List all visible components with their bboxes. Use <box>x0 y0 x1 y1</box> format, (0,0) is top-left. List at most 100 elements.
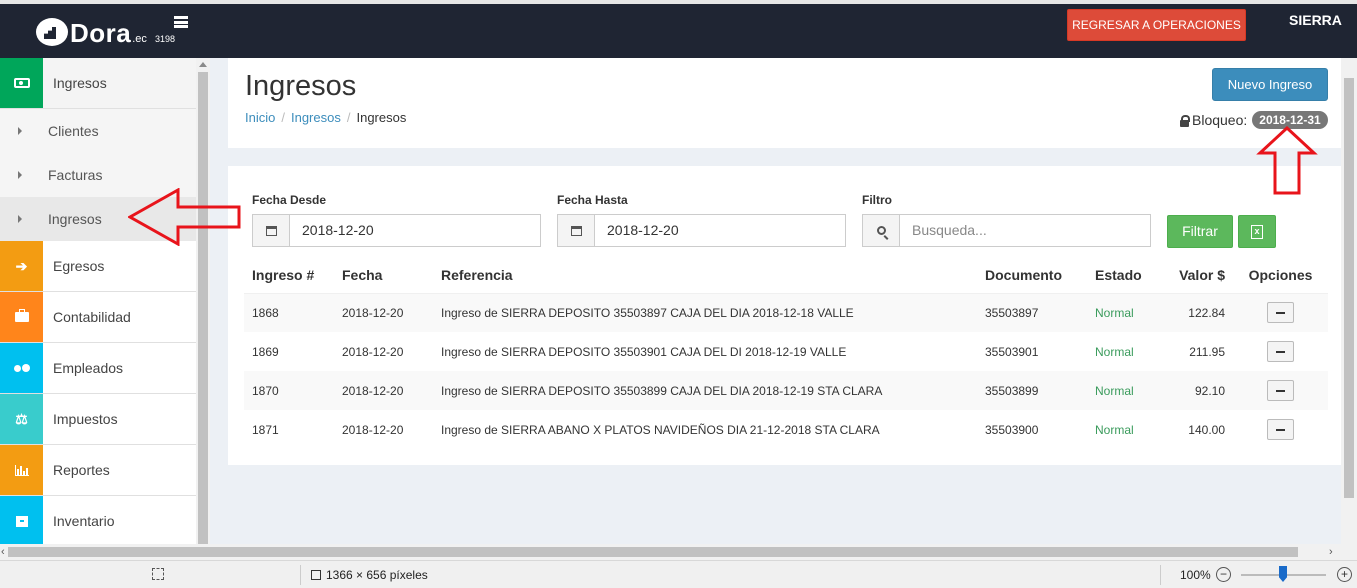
logo-number: 3198 <box>154 34 175 44</box>
breadcrumb-ingresos[interactable]: Ingresos <box>291 110 341 125</box>
ingresos-table: Ingreso # Fecha Referencia Documento Est… <box>244 257 1328 449</box>
page-vertical-scrollbar[interactable] <box>1341 58 1357 544</box>
app-logo[interactable]: Dora .ec 3198 <box>36 14 175 49</box>
col-referencia[interactable]: Referencia <box>433 257 977 294</box>
sidebar-item-contabilidad[interactable]: Contabilidad <box>0 292 196 343</box>
breadcrumb-inicio[interactable]: Inicio <box>245 110 275 125</box>
cell-fecha: 2018-12-20 <box>342 383 404 398</box>
sidebar: Ingresos Clientes Facturas Ingresos ➔ Eg… <box>0 58 210 544</box>
sidebar-item-inventario[interactable]: Inventario <box>0 496 196 544</box>
fecha-hasta-value[interactable]: 2018-12-20 <box>595 215 845 246</box>
row-options-button[interactable] <box>1267 341 1294 362</box>
sidebar-item-ingresos[interactable]: Ingresos <box>0 58 196 109</box>
cell-estado: Normal <box>1095 422 1134 437</box>
viewer-status-bar: 1366 × 656 píxeles 100% − + <box>0 560 1357 588</box>
sidebar-item-label: Reportes <box>53 462 110 478</box>
col-documento[interactable]: Documento <box>977 257 1087 294</box>
logo-name: Dora <box>70 18 132 48</box>
row-options-button[interactable] <box>1267 302 1294 324</box>
busqueda-input[interactable]: Busqueda... <box>862 214 1151 247</box>
cell-valor: 122.84 <box>1188 305 1225 320</box>
scroll-right-arrow-icon[interactable]: › <box>1329 546 1333 558</box>
cell-fecha: 2018-12-20 <box>342 305 404 320</box>
calendar-icon[interactable] <box>253 215 290 246</box>
row-options-button[interactable] <box>1267 380 1294 401</box>
zoom-slider-thumb[interactable] <box>1279 566 1287 582</box>
sidebar-subitem-facturas[interactable]: Facturas <box>0 153 196 197</box>
horizontal-scrollbar[interactable]: ‹ › <box>0 544 1357 560</box>
sidebar-item-label: Empleados <box>53 360 124 376</box>
cell-documento: 35503899 <box>985 383 1039 398</box>
table-row[interactable]: 1868 2018-12-20 Ingreso de SIERRA DEPOSITO… <box>244 293 1328 332</box>
cell-ingreso: 1869 <box>252 344 279 359</box>
cell-opciones <box>1233 371 1328 410</box>
col-fecha[interactable]: Fecha <box>334 257 433 294</box>
sidebar-item-label: Ingresos <box>53 75 107 91</box>
sidebar-item-label: Impuestos <box>53 411 118 427</box>
filtrar-button[interactable]: Filtrar <box>1167 215 1233 248</box>
caret-right-icon <box>18 171 22 179</box>
fecha-desde-value[interactable]: 2018-12-20 <box>290 215 540 246</box>
col-valor[interactable]: Valor $ <box>1151 257 1233 294</box>
selection-icon <box>152 568 164 580</box>
sidebar-subitem-clientes[interactable]: Clientes <box>0 109 196 153</box>
zoom-level: 100% <box>1180 568 1211 582</box>
logo-chart-icon <box>36 18 68 46</box>
cell-documento: 35503900 <box>985 422 1039 437</box>
horizontal-scrollbar-thumb[interactable] <box>8 547 1298 557</box>
sidebar-item-empleados[interactable]: Empleados <box>0 343 196 394</box>
col-estado[interactable]: Estado <box>1087 257 1151 294</box>
export-excel-button[interactable]: x <box>1238 215 1276 248</box>
fecha-desde-input[interactable]: 2018-12-20 <box>252 214 541 247</box>
col-opciones: Opciones <box>1233 257 1328 294</box>
user-name[interactable]: SIERRA <box>1289 12 1342 28</box>
bar-chart-icon <box>0 445 43 495</box>
cell-opciones <box>1233 332 1328 371</box>
filtro-label: Filtro <box>862 193 892 207</box>
table-row[interactable]: 1869 2018-12-20 Ingreso de SIERRA DEPOSITO… <box>244 332 1328 371</box>
table-row[interactable]: 1871 2018-12-20 Ingreso de SIERRA ABANO X … <box>244 410 1328 449</box>
money-icon <box>0 58 43 108</box>
sidebar-item-reportes[interactable]: Reportes <box>0 445 196 496</box>
zoom-in-icon[interactable]: + <box>1337 567 1352 582</box>
hamburger-menu-icon[interactable] <box>174 16 188 28</box>
sidebar-subitem-ingresos[interactable]: Ingresos <box>0 197 196 241</box>
page-scrollbar-thumb[interactable] <box>1344 78 1354 498</box>
cell-documento: 35503897 <box>985 305 1039 320</box>
balance-scale-icon: ⚖ <box>0 394 43 444</box>
regresar-operaciones-button[interactable]: REGRESAR A OPERACIONES <box>1067 9 1246 41</box>
table-row[interactable]: 1870 2018-12-20 Ingreso de SIERRA DEPOSITO… <box>244 371 1328 410</box>
sidebar-item-label: Contabilidad <box>53 309 131 325</box>
zoom-out-icon[interactable]: − <box>1216 567 1231 582</box>
sidebar-item-label: Inventario <box>53 513 115 529</box>
scroll-left-arrow-icon[interactable]: ‹ <box>1 546 5 558</box>
cell-referencia: Ingreso de SIERRA DEPOSITO 35503901 CAJA… <box>441 344 847 359</box>
search-icon <box>863 215 900 246</box>
dimensions-text: 1366 × 656 píxeles <box>326 568 428 582</box>
bloqueo-date-badge: 2018-12-31 <box>1252 111 1328 129</box>
fecha-hasta-input[interactable]: 2018-12-20 <box>557 214 846 247</box>
nuevo-ingreso-button[interactable]: Nuevo Ingreso <box>1212 68 1328 101</box>
cell-referencia: Ingreso de SIERRA DEPOSITO 35503899 CAJA… <box>441 383 883 398</box>
cell-valor: 140.00 <box>1188 422 1225 437</box>
cell-fecha: 2018-12-20 <box>342 344 404 359</box>
calendar-icon[interactable] <box>558 215 595 246</box>
cell-referencia: Ingreso de SIERRA DEPOSITO 35503897 CAJA… <box>441 305 854 320</box>
scroll-up-arrow-icon[interactable] <box>199 62 207 67</box>
cell-opciones <box>1233 293 1328 332</box>
table-header-row: Ingreso # Fecha Referencia Documento Est… <box>244 257 1328 294</box>
sidebar-item-egresos[interactable]: ➔ Egresos <box>0 241 196 292</box>
sidebar-scrollbar[interactable] <box>196 58 210 544</box>
cell-valor: 92.10 <box>1194 383 1225 398</box>
sidebar-item-impuestos[interactable]: ⚖ Impuestos <box>0 394 196 445</box>
cell-fecha: 2018-12-20 <box>342 422 404 437</box>
breadcrumb-current: Ingresos <box>356 110 407 125</box>
cell-ingreso: 1870 <box>252 383 279 398</box>
col-ingreso[interactable]: Ingreso # <box>244 257 334 294</box>
busqueda-placeholder[interactable]: Busqueda... <box>900 215 1150 246</box>
sidebar-scrollbar-thumb[interactable] <box>198 72 208 544</box>
caret-right-icon <box>18 215 22 223</box>
sidebar-item-label: Egresos <box>53 258 105 274</box>
cell-documento: 35503901 <box>985 344 1039 359</box>
row-options-button[interactable] <box>1267 419 1294 440</box>
